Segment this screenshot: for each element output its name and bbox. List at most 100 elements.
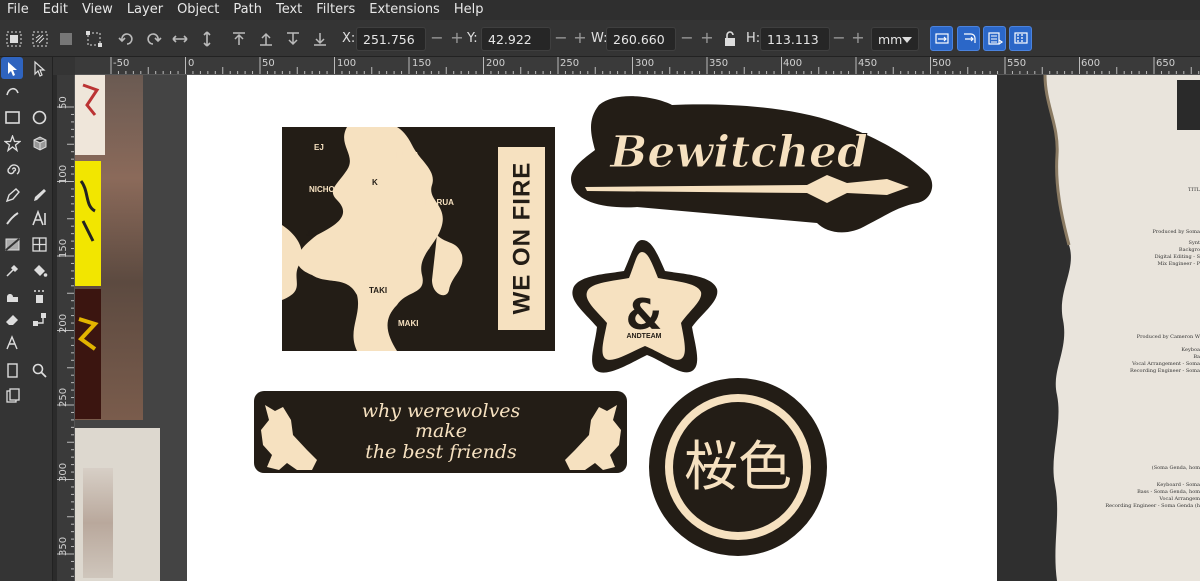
andteam-star-sticker[interactable]: & ANDTEAM: [572, 240, 718, 373]
measure-tool-icon[interactable]: [1, 332, 23, 354]
mesh-tool-icon[interactable]: [28, 233, 50, 255]
kanji-circle-sticker[interactable]: 桜色: [649, 378, 827, 556]
doc-line: Keyboa: [1181, 347, 1200, 353]
pages-tool-icon[interactable]: [1, 384, 23, 406]
doc-line: Vocal Arrangem: [1159, 496, 1200, 502]
deselect-icon[interactable]: [55, 28, 77, 50]
lower-to-bottom-icon[interactable]: [309, 28, 331, 50]
reference-photo-yellow-poster: [75, 161, 101, 286]
rotate-cw-icon[interactable]: [142, 28, 164, 50]
h-input[interactable]: 113.113: [760, 27, 830, 51]
pen-tool-icon[interactable]: [1, 184, 23, 206]
y-increment-button[interactable]: +: [571, 27, 589, 51]
h-decrement-button[interactable]: −: [830, 27, 848, 51]
document-page[interactable]: WE ON FIRE EJ FUMA NICHOLAS K HARUA JO Y…: [187, 75, 1042, 581]
scale-stroke-toggle[interactable]: [930, 26, 953, 51]
bewitched-sticker[interactable]: Bewitched: [571, 96, 933, 233]
tweak-object-tool-icon[interactable]: [1, 285, 23, 307]
flip-horizontal-icon[interactable]: [169, 28, 191, 50]
zoom-tool-icon[interactable]: [28, 359, 50, 381]
reference-photo-rocks[interactable]: [75, 75, 143, 420]
x-increment-button[interactable]: +: [448, 27, 466, 51]
menu-filters[interactable]: Filters: [309, 0, 362, 20]
ellipse-tool-icon[interactable]: [28, 106, 50, 128]
reference-photo-figure: [83, 468, 113, 578]
tool-controls-bar: X: 251.756 − + Y: 42.922 − + W: 260.660 …: [0, 20, 1200, 57]
spray-tool-icon[interactable]: [28, 285, 50, 307]
scale-corners-toggle[interactable]: [957, 26, 980, 51]
star-tool-icon[interactable]: [1, 132, 23, 154]
reference-photo-document[interactable]: TITL Produced by Soma Synt Backgro Digit…: [997, 75, 1200, 581]
menu-help[interactable]: Help: [447, 0, 491, 20]
reference-photo-paper[interactable]: [75, 428, 160, 581]
w-increment-button[interactable]: +: [698, 27, 716, 51]
ruler-label: 200: [486, 58, 506, 69]
doc-line: Digital Editing - S: [1154, 254, 1200, 260]
ruler-label: 100: [58, 164, 69, 184]
rectangle-tool-icon[interactable]: [1, 106, 23, 128]
menu-layer[interactable]: Layer: [120, 0, 170, 20]
x-label: X:: [342, 31, 356, 46]
drawing-canvas[interactable]: WE ON FIRE EJ FUMA NICHOLAS K HARUA JO Y…: [75, 75, 1200, 581]
document-properties-icon[interactable]: [1, 359, 23, 381]
eraser-tool-icon[interactable]: [1, 308, 23, 330]
ampersand-logo: &: [626, 290, 663, 339]
h-label: H:: [746, 31, 761, 46]
menu-view[interactable]: View: [75, 0, 120, 20]
flip-vertical-icon[interactable]: [196, 28, 218, 50]
werewolves-line-2: make: [415, 420, 467, 442]
horizontal-ruler[interactable]: -50 0 50 100 150 200 250 300 350 400 450…: [75, 57, 1200, 75]
3d-box-tool-icon[interactable]: [28, 132, 50, 154]
lock-ratio-icon[interactable]: [719, 28, 741, 50]
werewolves-sticker[interactable]: why werewolves make the best friends: [254, 391, 627, 473]
w-input[interactable]: 260.660: [606, 27, 676, 51]
ruler-label: 400: [783, 58, 803, 69]
raise-icon[interactable]: [255, 28, 277, 50]
paint-bucket-tool-icon[interactable]: [28, 259, 50, 281]
map-name: EJ: [314, 143, 324, 152]
lower-icon[interactable]: [282, 28, 304, 50]
select-all-icon[interactable]: [3, 28, 25, 50]
menu-path[interactable]: Path: [226, 0, 269, 20]
dropper-tool-icon[interactable]: [1, 259, 23, 281]
select-all-layers-icon[interactable]: [29, 28, 51, 50]
ruler-label: 50: [58, 96, 69, 109]
y-input[interactable]: 42.922: [481, 27, 551, 51]
bewitched-text: Bewitched: [608, 127, 868, 178]
toolbox: [0, 57, 53, 581]
transform-patterns-toggle[interactable]: [1009, 26, 1032, 51]
ruler-label: 0: [188, 58, 195, 69]
y-decrement-button[interactable]: −: [552, 27, 570, 51]
raise-to-top-icon[interactable]: [228, 28, 250, 50]
transform-toggle-icon[interactable]: [83, 28, 105, 50]
menu-extensions[interactable]: Extensions: [362, 0, 447, 20]
calligraphy-tool-icon[interactable]: [1, 207, 23, 229]
transform-gradients-toggle[interactable]: [983, 26, 1006, 51]
w-decrement-button[interactable]: −: [678, 27, 696, 51]
doc-line: (Soma Genda, hom: [1151, 465, 1200, 471]
vertical-ruler[interactable]: 50 100 150 200 250 300 350: [57, 75, 75, 581]
x-decrement-button[interactable]: −: [428, 27, 446, 51]
ruler-label: 550: [1007, 58, 1027, 69]
connector-tool-icon[interactable]: [28, 308, 50, 330]
doc-line: Backgro: [1178, 247, 1200, 253]
ruler-label: 100: [337, 58, 357, 69]
gradient-tool-icon[interactable]: [1, 233, 23, 255]
ruler-label: 500: [932, 58, 952, 69]
selector-tool-icon[interactable]: [1, 57, 23, 79]
reference-photo-dark-poster: [75, 289, 101, 419]
unit-select[interactable]: mm: [871, 27, 919, 51]
x-input[interactable]: 251.756: [356, 27, 426, 51]
map-sticker[interactable]: WE ON FIRE EJ FUMA NICHOLAS K HARUA JO Y…: [282, 127, 555, 351]
h-increment-button[interactable]: +: [849, 27, 867, 51]
text-tool-icon[interactable]: [28, 207, 50, 229]
menu-object[interactable]: Object: [170, 0, 226, 20]
menu-text[interactable]: Text: [269, 0, 309, 20]
tweak-tool-icon[interactable]: [1, 80, 23, 102]
spiral-tool-icon[interactable]: [1, 158, 23, 180]
menu-file[interactable]: File: [0, 0, 36, 20]
rotate-ccw-icon[interactable]: [116, 28, 138, 50]
node-tool-icon[interactable]: [28, 57, 50, 79]
menu-edit[interactable]: Edit: [36, 0, 75, 20]
pencil-tool-icon[interactable]: [28, 184, 50, 206]
